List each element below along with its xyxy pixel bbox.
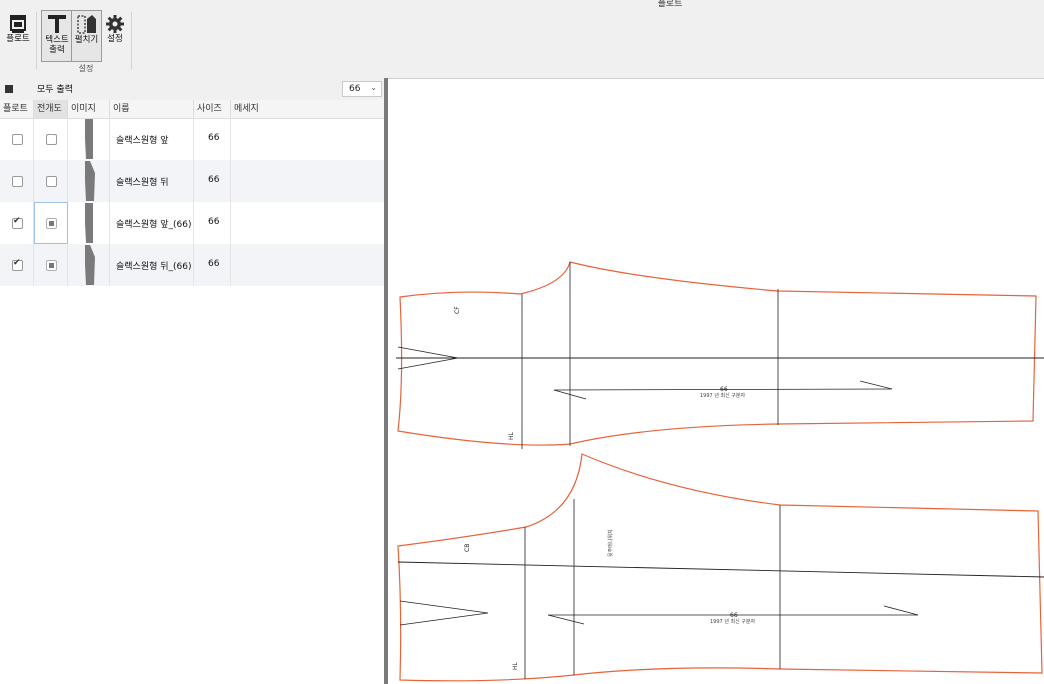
pants-back-thumbnail [85, 245, 95, 285]
pattern-preview-canvas[interactable]: CF HL 66 1997 년 최신 구분자 CB HL 뒷주머니위치 66 1… [388, 78, 1044, 684]
hl-label: HL [512, 661, 519, 670]
plot-checkbox[interactable] [12, 216, 23, 229]
plot-cell [0, 160, 34, 202]
unfold-cell [34, 118, 68, 160]
window-title: 플로트 [657, 0, 683, 9]
unfold-cell [34, 202, 68, 244]
plot-checkbox[interactable] [12, 176, 23, 187]
unfold-label: 펼치기 [74, 35, 99, 45]
grain-text: 1997 년 최신 구분자 [710, 618, 755, 625]
size-cell: 66 [194, 118, 231, 160]
separator [36, 12, 37, 70]
plot-cell [0, 202, 34, 244]
unfold-cell [34, 244, 68, 286]
text-output-button[interactable]: 텍스트 출력 [41, 10, 73, 62]
list-toolbar: 모두 출력 66 ⌄ [0, 78, 384, 100]
settings-button[interactable]: 설정 [102, 10, 128, 44]
text-output-label: 텍스트 출력 [45, 35, 69, 55]
column-header-plot[interactable]: 플로트 [0, 100, 34, 118]
table-row[interactable]: 슬랙스원형 앞_(66) 66 [0, 202, 384, 244]
table-row[interactable]: 슬랙스원형 뒤 66 [0, 160, 384, 202]
side-text: 뒷주머니위치 [607, 529, 614, 557]
table-row[interactable]: 슬랙스원형 앞 66 [0, 118, 384, 160]
plot-cell [0, 118, 34, 160]
print-all-toggle[interactable] [5, 85, 13, 93]
piece-name: 슬랙스원형 뒤_(66) [116, 262, 192, 272]
name-cell: 슬랙스원형 앞 [110, 118, 194, 160]
unfold-checkbox[interactable] [46, 260, 57, 271]
plot-button[interactable]: 플로트 [3, 10, 33, 44]
cb-label: CB [464, 544, 471, 552]
piece-size: 66 [208, 175, 220, 185]
front-pattern-piece [396, 261, 1044, 449]
unfold-cell [34, 160, 68, 202]
plot-checkbox[interactable] [12, 258, 23, 271]
column-header-size[interactable]: 사이즈 [194, 100, 231, 118]
image-cell [68, 202, 110, 244]
image-cell [68, 118, 110, 160]
unfold-checkbox[interactable] [46, 218, 57, 229]
image-cell [68, 244, 110, 286]
table-header: 플로트 전개도 이미지 이름 사이즈 메세지 [0, 100, 384, 119]
group-label: 설정 [78, 64, 94, 73]
gear-icon [102, 10, 128, 34]
plotter-icon [3, 10, 33, 34]
unfold-checkbox[interactable] [46, 176, 57, 187]
piece-name: 슬랙스원형 뒤 [116, 178, 169, 188]
text-t-icon [42, 11, 72, 35]
column-header-unfold[interactable]: 전개도 [34, 100, 68, 118]
piece-size: 66 [208, 133, 220, 143]
name-cell: 슬랙스원형 앞_(66) [110, 202, 194, 244]
unfold-icon [72, 11, 101, 35]
size-select[interactable]: 66 ⌄ [342, 81, 382, 97]
unfold-button[interactable]: 펼치기 [71, 10, 102, 62]
size-label: 66 [730, 612, 738, 619]
piece-size: 66 [208, 259, 220, 269]
grain-text: 1997 년 최신 구분자 [700, 392, 745, 399]
pants-back-thumbnail [85, 161, 95, 201]
chevron-down-icon: ⌄ [370, 83, 377, 92]
column-header-message[interactable]: 메세지 [231, 100, 384, 118]
cf-label: CF [454, 306, 461, 314]
piece-name: 슬랙스원형 앞 [116, 136, 169, 146]
ribbon-toolbar: 플로트 플로트 텍스트 출력 펼치기 설정 설정 [0, 0, 1044, 78]
pattern-drawing: CF HL 66 1997 년 최신 구분자 CB HL 뒷주머니위치 66 1… [396, 261, 1044, 682]
image-cell [68, 160, 110, 202]
plot-checkbox[interactable] [12, 134, 23, 145]
settings-label: 설정 [107, 34, 123, 44]
back-pattern-piece [397, 453, 1044, 682]
pants-front-thumbnail [85, 119, 93, 159]
size-cell: 66 [194, 244, 231, 286]
hl-label: HL [508, 431, 515, 440]
piece-name: 슬랙스원형 앞_(66) [116, 220, 192, 230]
size-cell: 66 [194, 160, 231, 202]
separator [131, 12, 132, 70]
piece-size: 66 [208, 217, 220, 227]
plot-button-label: 플로트 [6, 34, 30, 44]
table-row[interactable]: 슬랙스원형 뒤_(66) 66 [0, 244, 384, 286]
size-label: 66 [720, 386, 728, 393]
size-select-value: 66 [349, 84, 361, 94]
unfold-checkbox[interactable] [46, 134, 57, 145]
pants-front-thumbnail [85, 203, 93, 243]
print-all-label: 모두 출력 [37, 85, 73, 95]
piece-list-panel: 모두 출력 66 ⌄ 플로트 전개도 이미지 이름 사이즈 메세지 슬랙스원형 … [0, 78, 384, 684]
size-cell: 66 [194, 202, 231, 244]
name-cell: 슬랙스원형 뒤_(66) [110, 244, 194, 286]
column-header-image[interactable]: 이미지 [68, 100, 110, 118]
plot-cell [0, 244, 34, 286]
column-header-name[interactable]: 이름 [110, 100, 194, 118]
name-cell: 슬랙스원형 뒤 [110, 160, 194, 202]
